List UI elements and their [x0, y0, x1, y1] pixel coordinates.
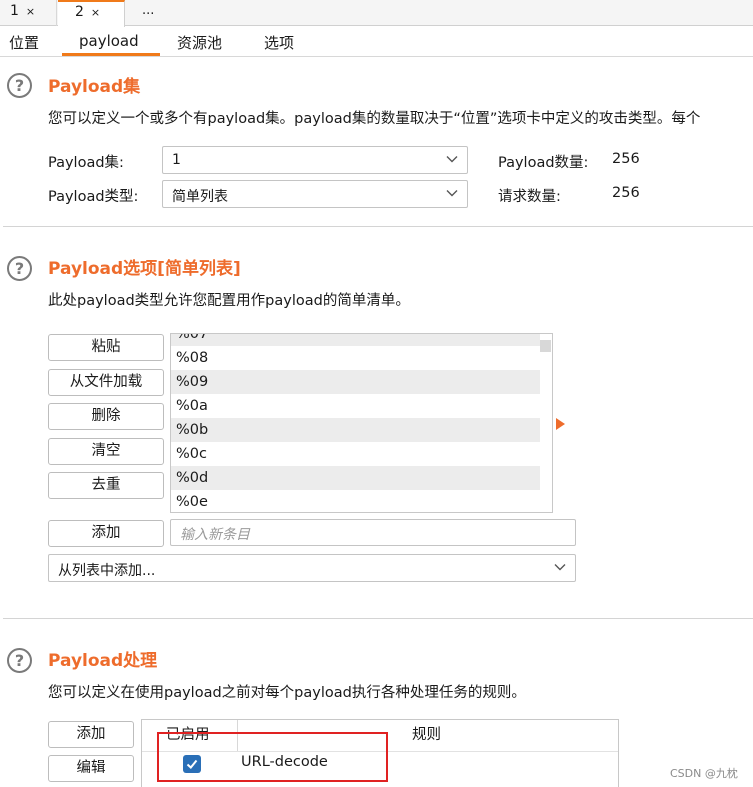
load-from-file-button[interactable]: 从文件加载 [48, 369, 164, 396]
list-item[interactable]: %09 [171, 370, 540, 394]
payload-count-label: Payload数量: [498, 155, 589, 171]
chevron-down-icon [554, 564, 566, 571]
paste-button[interactable]: 粘贴 [48, 334, 164, 361]
edit-rule-button[interactable]: 编辑 [48, 755, 134, 782]
list-item[interactable]: %0d [171, 466, 540, 490]
list-item[interactable]: %0c [171, 442, 540, 466]
help-icon[interactable]: ? [7, 648, 32, 673]
list-item[interactable]: %0b [171, 418, 540, 442]
close-icon[interactable]: × [26, 5, 35, 18]
help-icon[interactable]: ? [7, 73, 32, 98]
request-count-label: 请求数量: [498, 189, 561, 205]
add-from-list-select[interactable]: 从列表中添加... [48, 554, 576, 582]
payload-processing-description: 您可以定义在使用payload之前对每个payload执行各种处理任务的规则。 [48, 685, 526, 701]
payload-options-description: 此处payload类型允许您配置用作payload的简单清单。 [48, 293, 410, 309]
tab-options[interactable]: 选项 [264, 32, 294, 53]
add-item-button[interactable]: 添加 [48, 520, 164, 547]
tab-positions[interactable]: 位置 [9, 32, 39, 53]
highlight-annotation-box [157, 732, 388, 782]
remove-button[interactable]: 删除 [48, 403, 164, 430]
payload-sets-description: 您可以定义一个或多个有payload集。payload集的数量取决于“位置”选项… [48, 111, 701, 127]
payload-set-label: Payload集: [48, 155, 124, 171]
payload-sets-title: Payload集 [48, 77, 141, 97]
column-header-rule[interactable]: 规则 [412, 720, 441, 751]
scrollbar-thumb[interactable] [540, 340, 551, 352]
list-item[interactable]: %07 [171, 334, 540, 346]
attack-tab-label: 2 [75, 4, 84, 20]
attack-tab-bar: 1 × 2 × ... [0, 0, 753, 27]
intruder-sub-tabs: 位置 payload 资源池 选项 [0, 27, 753, 57]
payload-type-label: Payload类型: [48, 189, 139, 205]
request-count-value: 256 [612, 185, 640, 201]
close-icon[interactable]: × [91, 6, 100, 19]
add-rule-button[interactable]: 添加 [48, 721, 134, 748]
section-divider [3, 618, 753, 619]
payload-set-value: 1 [172, 152, 181, 168]
list-item[interactable]: %08 [171, 346, 540, 370]
add-from-list-value: 从列表中添加... [58, 563, 156, 579]
tab-payloads[interactable]: payload [79, 32, 139, 50]
clear-button[interactable]: 清空 [48, 438, 164, 465]
new-item-placeholder: 输入新条目 [180, 527, 250, 543]
watermark-text: CSDN @九枕 [670, 767, 738, 780]
payload-type-select[interactable]: 简单列表 [162, 180, 468, 208]
payload-type-value: 简单列表 [172, 189, 228, 205]
list-item[interactable]: %0e [171, 490, 540, 512]
payload-options-title: Payload选项[简单列表] [48, 259, 241, 279]
new-item-input[interactable]: 输入新条目 [170, 519, 576, 546]
active-tab-indicator [62, 53, 160, 56]
payload-set-select[interactable]: 1 [162, 146, 468, 174]
list-item[interactable]: %0a [171, 394, 540, 418]
tab-resource-pool[interactable]: 资源池 [177, 32, 222, 53]
attack-tab-1[interactable]: 1 × [0, 0, 57, 26]
payload-processing-title: Payload处理 [48, 651, 158, 671]
attack-tab-label: 1 [10, 3, 19, 19]
attack-tab-2[interactable]: 2 × [58, 0, 125, 27]
payload-count-value: 256 [612, 151, 640, 167]
list-scrollbar[interactable] [540, 334, 552, 512]
help-icon[interactable]: ? [7, 256, 32, 281]
new-attack-tab[interactable]: ... [142, 0, 172, 26]
section-divider [3, 226, 753, 227]
expand-arrow-icon[interactable] [556, 418, 565, 430]
chevron-down-icon [446, 190, 458, 197]
payload-list[interactable]: %07 %08 %09 %0a %0b %0c %0d %0e [170, 333, 553, 513]
deduplicate-button[interactable]: 去重 [48, 472, 164, 499]
chevron-down-icon [446, 156, 458, 163]
